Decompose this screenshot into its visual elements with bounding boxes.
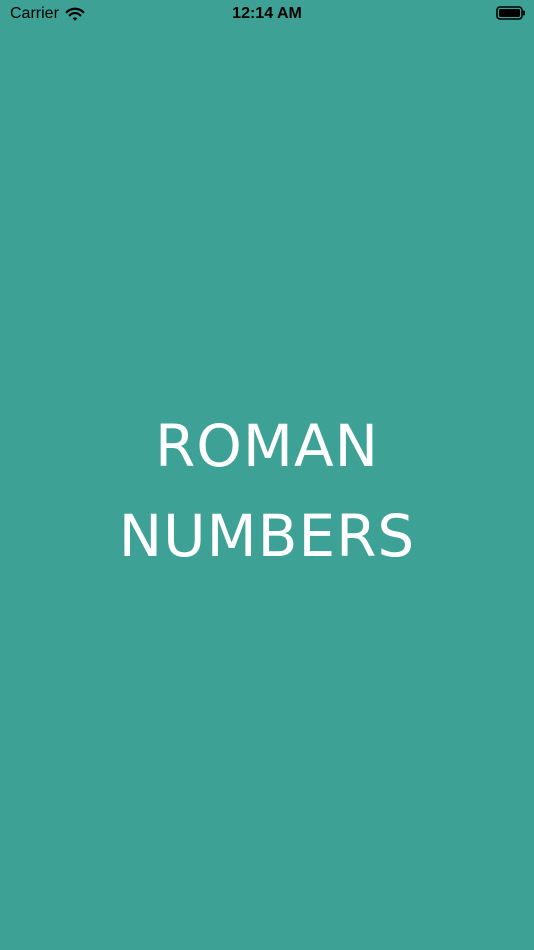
status-bar: Carrier 12:14 AM bbox=[0, 0, 534, 28]
wifi-icon bbox=[65, 7, 85, 21]
battery-icon bbox=[496, 6, 525, 20]
app-title: ROMAN NUMBERS bbox=[0, 401, 534, 581]
status-time: 12:14 AM bbox=[232, 5, 302, 22]
app-title-line-2: NUMBERS bbox=[118, 502, 416, 570]
carrier-label: Carrier bbox=[10, 5, 59, 22]
app-title-line-1: ROMAN bbox=[154, 412, 380, 480]
carrier-group: Carrier bbox=[10, 4, 85, 24]
